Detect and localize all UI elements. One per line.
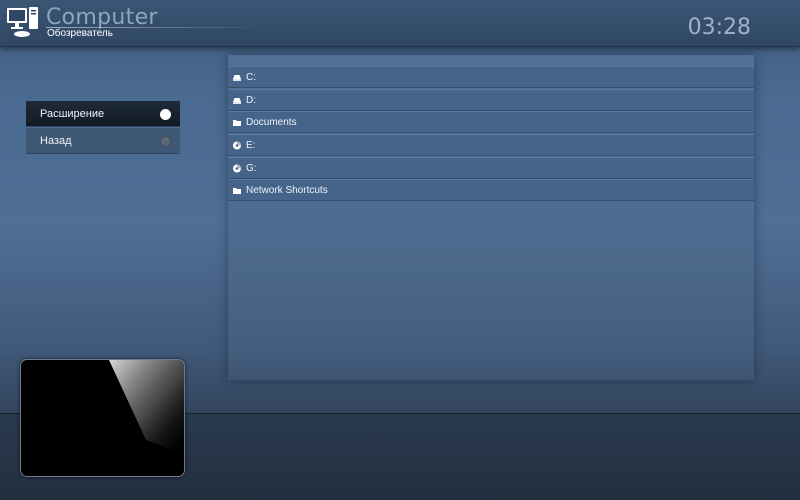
menu-item-label: Назад: [40, 135, 72, 147]
list-item-label: G:: [246, 162, 257, 174]
folder-icon: [233, 120, 241, 127]
computer-icon: [7, 7, 38, 37]
menu-item-extension[interactable]: Расширение: [26, 101, 180, 127]
menu-item-back[interactable]: Назад: [26, 128, 180, 154]
page-subtitle: Обозреватель: [47, 28, 113, 39]
list-item-label: Documents: [246, 117, 297, 129]
radio-selected-icon: [160, 109, 171, 120]
disc-icon: [233, 164, 241, 173]
list-item-network-shortcuts[interactable]: Network Shortcuts: [228, 179, 754, 202]
disc-icon: [233, 141, 241, 150]
folder-icon: [233, 188, 241, 195]
list-item-drive-e[interactable]: E:: [228, 134, 754, 157]
preview-glare: [109, 360, 184, 455]
side-menu: Расширение Назад: [26, 101, 180, 155]
drive-icon: [233, 75, 241, 81]
video-preview[interactable]: [20, 359, 185, 477]
list-item-label: C:: [246, 72, 256, 83]
list-item-drive-d[interactable]: D:: [228, 88, 754, 111]
header-bar: Computer Обозреватель 03:28: [0, 0, 800, 47]
radio-unselected-icon: [160, 136, 171, 147]
list-item-label: Network Shortcuts: [246, 185, 328, 197]
list-item-drive-g[interactable]: G:: [228, 156, 754, 179]
list-item-label: D:: [246, 94, 256, 106]
clock: 03:28: [687, 15, 751, 40]
menu-item-label: Расширение: [40, 108, 105, 120]
file-list-panel: C: D: Documents E: G: Network Shortcuts: [228, 55, 754, 380]
list-item-drive-c[interactable]: C:: [228, 66, 754, 88]
drive-icon: [233, 97, 241, 104]
list-item-documents[interactable]: Documents: [228, 111, 754, 134]
list-item-label: E:: [246, 140, 256, 152]
